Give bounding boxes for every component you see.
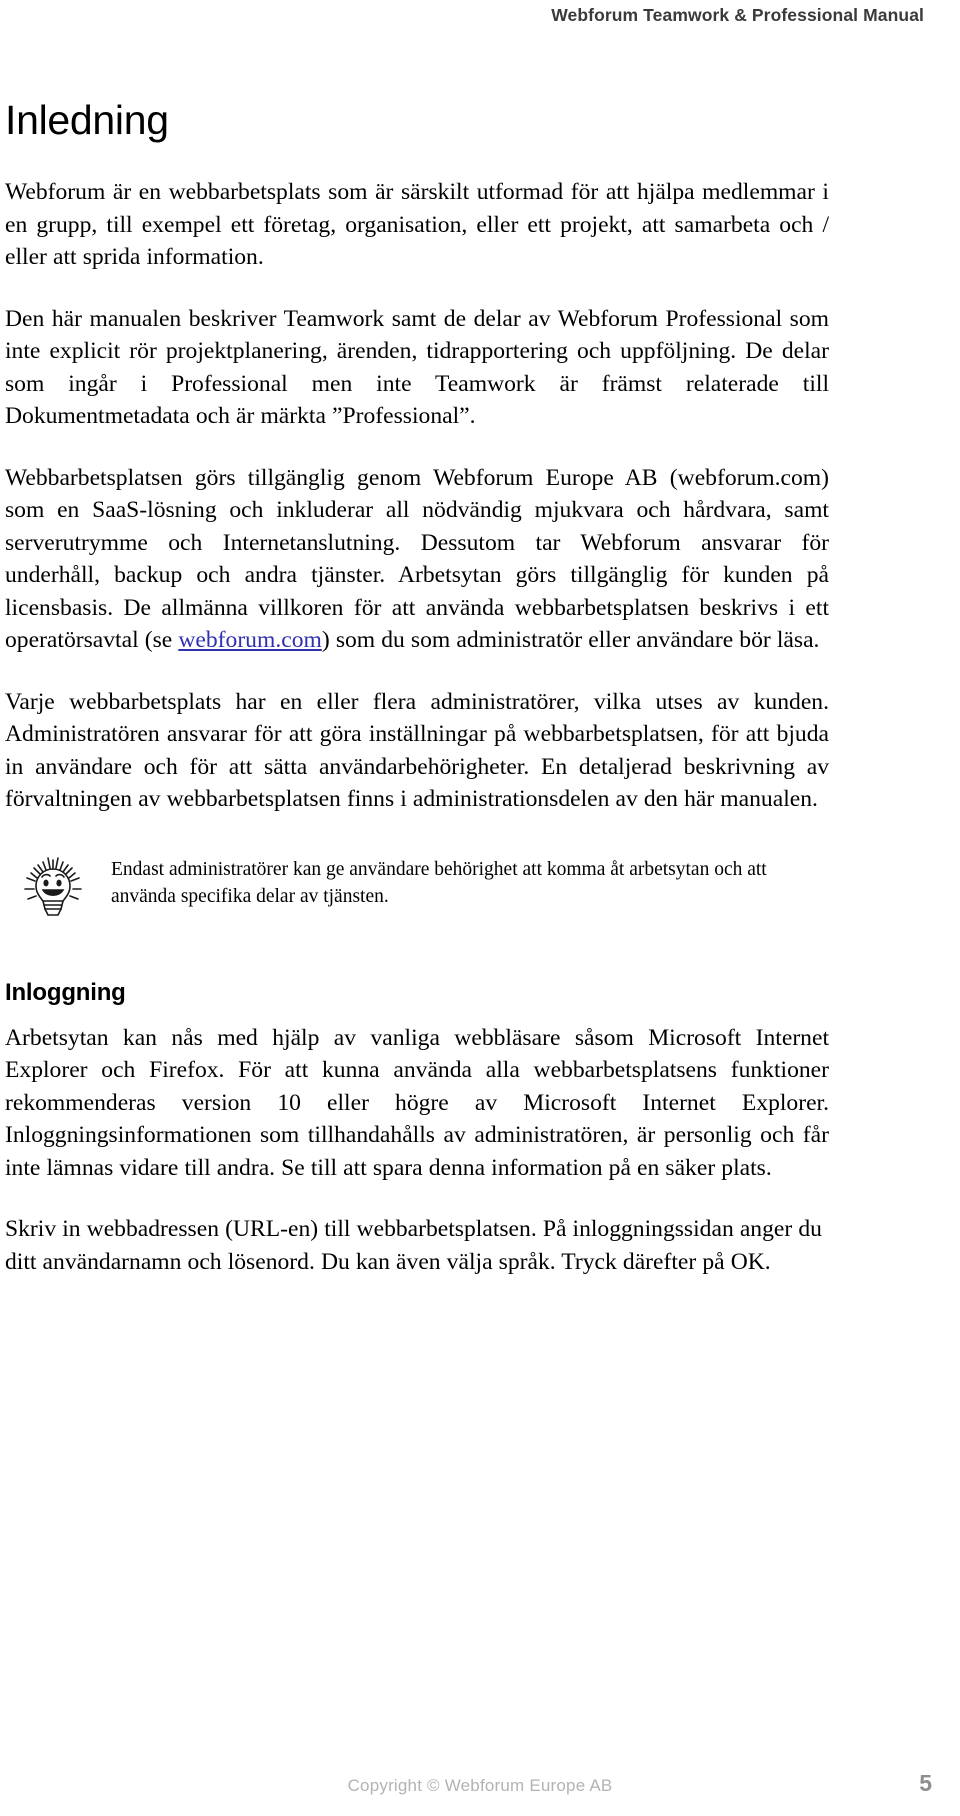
heading-inloggning: Inloggning	[5, 978, 126, 1006]
paragraph-saas-terms: Webbarbetsplatsen görs tillgänglig genom…	[5, 462, 829, 657]
running-header-title: Webforum Teamwork & Professional Manual	[551, 5, 924, 25]
document-body: Inledning Webforum är en webbarbetsplats…	[5, 96, 829, 1278]
document-footer: Copyright © Webforum Europe AB 5	[0, 1768, 960, 1808]
tip-callout-text: Endast administratörer kan ge användare …	[111, 858, 767, 907]
paragraph-administrators: Varje webbarbetsplats har en eller flera…	[5, 688, 829, 813]
paragraph-intro-what-is-webforum: Webforum är en webbarbetsplats som är sä…	[5, 179, 829, 270]
footer-page-number: 5	[919, 1770, 932, 1796]
tip-callout: Endast administratörer kan ge användare …	[5, 852, 829, 920]
paragraph-saas-terms-part2: ) som du som administratör eller använda…	[321, 627, 820, 653]
webforum-com-link[interactable]: webforum.com	[178, 627, 322, 653]
paragraph-login-steps: Skriv in webbadressen (URL-en) till webb…	[5, 1216, 822, 1275]
paragraph-saas-terms-part1: Webbarbetsplatsen görs tillgänglig genom…	[5, 464, 829, 654]
lightbulb-face-icon	[15, 856, 93, 920]
document-page: Webforum Teamwork & Professional Manual …	[0, 0, 960, 1816]
paragraph-browsers: Arbetsytan kan nås med hjälp av vanliga …	[5, 1024, 829, 1181]
footer-copyright-text: Copyright © Webforum Europe AB	[347, 1776, 613, 1795]
paragraph-manual-scope: Den här manualen beskriver Teamwork samt…	[5, 305, 829, 430]
heading-inledning: Inledning	[5, 97, 169, 143]
